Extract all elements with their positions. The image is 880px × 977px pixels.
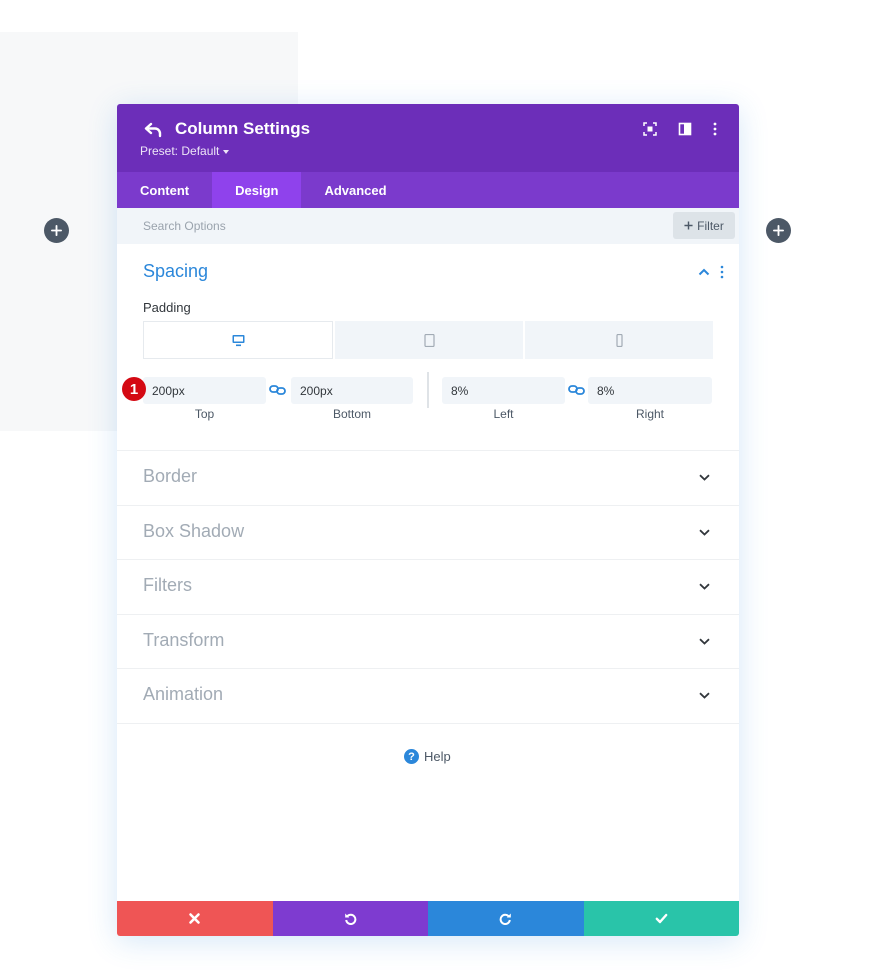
padding-left-label: Left bbox=[493, 407, 514, 421]
preset-selector[interactable]: Preset: Default bbox=[140, 144, 230, 158]
tab-advanced[interactable]: Advanced bbox=[301, 172, 409, 208]
padding-label: Padding bbox=[143, 300, 191, 315]
filter-button[interactable]: Filter bbox=[673, 212, 735, 239]
settings-modal: Column Settings Preset: Default Content … bbox=[117, 104, 739, 936]
tab-bar: Content Design Advanced bbox=[117, 172, 739, 208]
phone-icon bbox=[615, 333, 623, 347]
chevron-down-icon[interactable] bbox=[699, 529, 710, 536]
plus-icon bbox=[773, 225, 784, 236]
close-icon bbox=[189, 913, 201, 924]
redo-button[interactable] bbox=[428, 901, 584, 936]
link-icon[interactable] bbox=[269, 384, 286, 396]
search-input[interactable]: Search Options bbox=[143, 219, 226, 233]
add-column-button-right[interactable] bbox=[766, 218, 791, 243]
transform-section[interactable]: Transform bbox=[117, 615, 739, 669]
plus-icon bbox=[684, 221, 693, 230]
tablet-icon bbox=[423, 333, 435, 347]
padding-bottom-label: Bottom bbox=[332, 407, 371, 421]
check-icon bbox=[655, 913, 668, 924]
device-phone-tab[interactable] bbox=[525, 321, 713, 359]
redo-icon bbox=[499, 913, 512, 925]
link-icon[interactable] bbox=[568, 384, 585, 396]
modal-title: Column Settings bbox=[175, 119, 311, 138]
filter-label: Filter bbox=[697, 218, 724, 233]
padding-right-input[interactable]: 8% bbox=[588, 377, 712, 404]
step-badge: 1 bbox=[122, 377, 146, 401]
more-options-icon[interactable] bbox=[708, 122, 722, 136]
chevron-down-icon[interactable] bbox=[699, 638, 710, 645]
section-title: Transform bbox=[143, 629, 225, 650]
padding-top-input[interactable]: 200px bbox=[143, 377, 266, 404]
modal-footer bbox=[117, 901, 739, 936]
padding-top-label: Top bbox=[194, 407, 215, 421]
help-label: Help bbox=[424, 749, 451, 764]
chevron-down-icon[interactable] bbox=[699, 692, 710, 699]
padding-right-label: Right bbox=[635, 407, 664, 421]
field-divider bbox=[427, 372, 429, 408]
tab-design[interactable]: Design bbox=[212, 172, 302, 208]
desktop-icon bbox=[232, 334, 244, 346]
section-options-icon[interactable] bbox=[720, 265, 724, 279]
help-link[interactable]: ? Help bbox=[404, 749, 451, 764]
save-button[interactable] bbox=[583, 901, 739, 936]
undo-button[interactable] bbox=[272, 901, 428, 936]
focus-mode-icon[interactable] bbox=[643, 122, 657, 136]
modal-header: Column Settings Preset: Default bbox=[117, 104, 739, 172]
device-switcher bbox=[143, 321, 713, 359]
search-bar: Search Options Filter bbox=[117, 208, 739, 244]
chevron-down-icon[interactable] bbox=[699, 583, 710, 590]
animation-section[interactable]: Animation bbox=[117, 669, 739, 724]
chevron-up-icon[interactable] bbox=[698, 268, 710, 276]
back-arrow-icon[interactable] bbox=[144, 120, 164, 140]
section-title: Filters bbox=[143, 575, 192, 595]
chevron-down-icon[interactable] bbox=[699, 474, 710, 481]
section-title: Border bbox=[143, 466, 198, 486]
undo-icon bbox=[344, 913, 357, 925]
split-view-icon[interactable] bbox=[678, 122, 692, 136]
section-title: Animation bbox=[143, 684, 224, 704]
spacing-section-title[interactable]: Spacing bbox=[143, 261, 208, 282]
device-tablet-tab[interactable] bbox=[335, 321, 523, 359]
tab-content[interactable]: Content bbox=[117, 172, 212, 208]
section-title: Box Shadow bbox=[143, 520, 245, 541]
add-column-button-left[interactable] bbox=[44, 218, 69, 243]
box-shadow-section[interactable]: Box Shadow bbox=[117, 506, 739, 560]
device-desktop-tab[interactable] bbox=[143, 321, 333, 359]
preset-label: Preset: Default bbox=[140, 144, 220, 158]
border-section[interactable]: Border bbox=[117, 451, 739, 506]
filters-section[interactable]: Filters bbox=[117, 560, 739, 615]
plus-icon bbox=[51, 225, 62, 236]
padding-bottom-input[interactable]: 200px bbox=[291, 377, 413, 404]
cancel-button[interactable] bbox=[117, 901, 273, 936]
help-icon: ? bbox=[404, 749, 419, 764]
padding-left-input[interactable]: 8% bbox=[442, 377, 565, 404]
caret-down-icon bbox=[223, 149, 230, 154]
